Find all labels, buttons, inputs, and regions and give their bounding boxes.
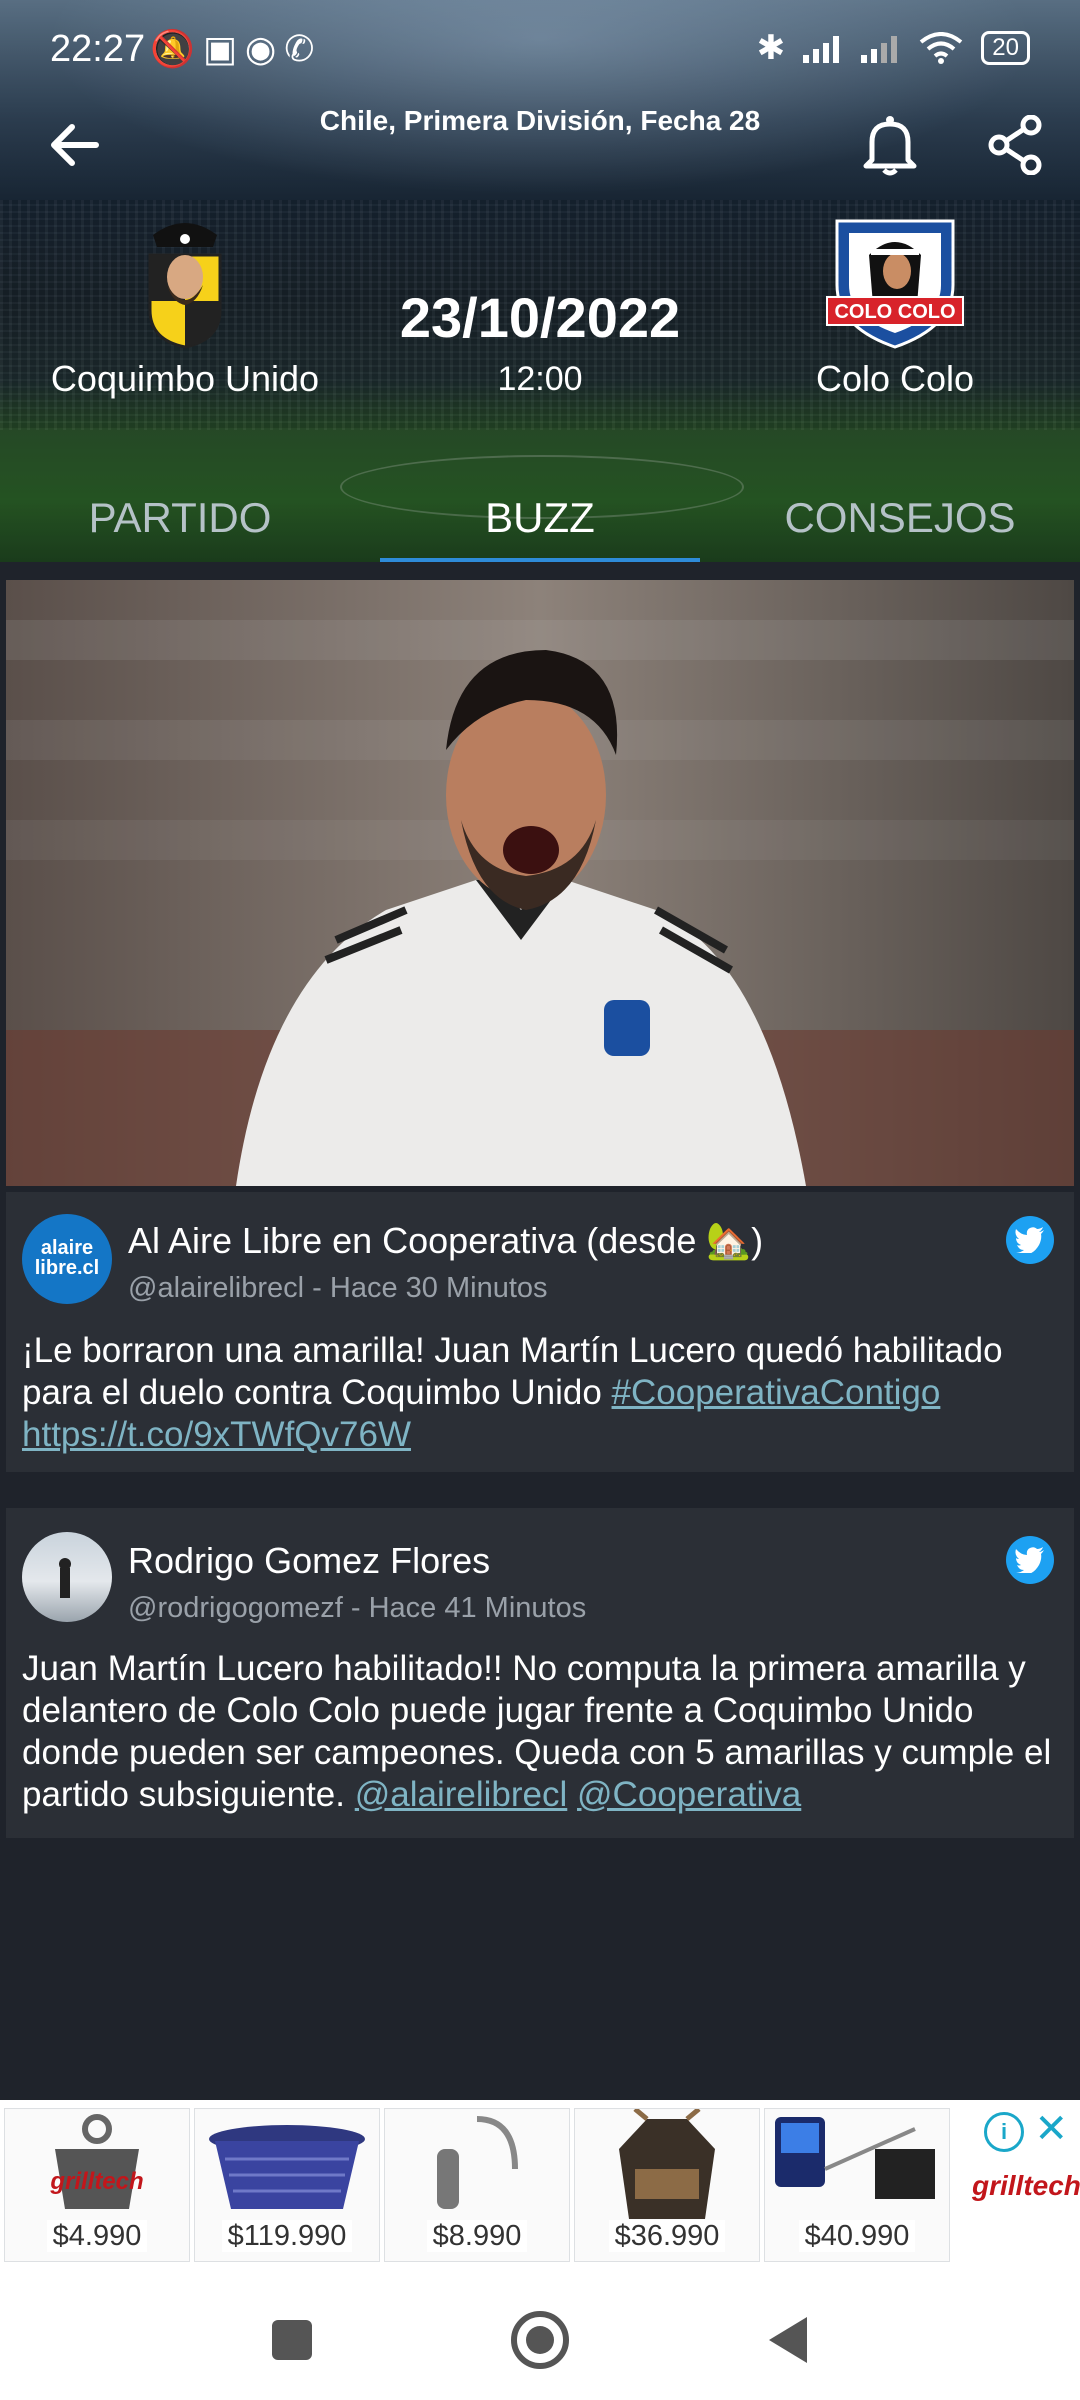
apron-icon [619,2109,715,2219]
tweet-time: Hace 41 Minutos [368,1592,587,1624]
tweet-time: Hace 30 Minutos [329,1272,548,1304]
ad-product[interactable]: $8.990 [384,2108,570,2262]
tweet-body: ¡Le borraron una amarilla! Juan Martín L… [22,1331,1003,1454]
match-time: 12:00 [497,360,583,398]
bluetooth-icon: ✱ [756,29,786,67]
colo-colo-crest-icon: COLO COLO [826,219,964,349]
ad-product[interactable]: $40.990 [764,2108,950,2262]
ad-banner[interactable]: grilltech $4.990 $119.990 $8.990 $36.990… [0,2100,1080,2270]
match-header: 22:27 🔕▣◉✆ ✱ 20 Chile, Primera División,… [0,0,1080,562]
avatar[interactable]: alaire libre.cl [22,1214,112,1304]
ad-product[interactable]: $119.990 [194,2108,380,2262]
square-icon [272,2320,312,2360]
back-nav-button[interactable] [758,2310,818,2370]
league-title: Chile, Primera División, Fecha 28 [319,105,761,136]
tab-partido[interactable]: PARTIDO [0,470,360,562]
tweet-hashtag-link[interactable]: #CooperativaContigo [612,1373,941,1412]
ad-product[interactable]: $36.990 [574,2108,760,2262]
wifi-icon [920,32,963,64]
tweet-mention-link[interactable]: @alairelibrecl [355,1775,568,1814]
record-icon: ◉ [244,28,285,69]
twitter-icon[interactable] [1006,1216,1054,1264]
mute-icon: 🔕 [150,28,203,69]
tweet-card[interactable]: Rodrigo Gomez Flores @rodrigogomezf - Ha… [6,1508,1074,1838]
grill-light-icon [437,2116,518,2209]
tweet-meta: @alairelibrecl - Hace 30 Minutos [128,1272,548,1304]
phone-icon: ✆ [284,28,323,69]
status-bar: 22:27 🔕▣◉✆ ✱ 20 [0,0,1080,100]
home-team[interactable]: Coquimbo Unido [25,215,345,400]
status-time: 22:27 [50,28,146,70]
status-icons-left: 🔕▣◉✆ [150,28,322,70]
ad-product[interactable]: grilltech $4.990 [4,2108,190,2262]
notifications-button[interactable] [855,110,925,180]
away-team[interactable]: COLO COLO Colo Colo [735,215,1055,400]
away-badge-text: COLO COLO [834,301,955,323]
nfc-icon: ▣ [202,28,245,69]
tab-consejos[interactable]: CONSEJOS [720,470,1080,562]
avatar[interactable] [22,1532,112,1622]
bell-icon [863,116,917,176]
status-icons-right: ✱ 20 [757,28,1030,68]
home-circle-icon [511,2311,569,2369]
ad-brand-logo: grilltech [972,2170,1080,2201]
tweet-author: Rodrigo Gomez Flores [128,1540,491,1581]
away-team-name: Colo Colo [815,358,975,399]
ad-price: $119.990 [221,2220,353,2252]
battery-indicator: 20 [981,31,1030,65]
tweet-author: Al Aire Libre en Cooperativa (desde 🏡) [128,1220,764,1261]
match-date: 23/10/2022 [399,286,681,349]
recents-button[interactable] [262,2310,322,2370]
thermometer-icon [775,2117,935,2199]
arrow-back-icon [51,124,99,166]
ad-price: $40.990 [798,2220,916,2252]
tweet-meta: @rodrigogomezf - Hace 41 Minutos [128,1592,587,1624]
ad-price: $8.990 [426,2220,528,2252]
ad-close-icon[interactable]: ✕ [1034,2106,1068,2152]
share-button[interactable] [980,110,1050,180]
player-photo-illustration [6,580,1074,1186]
home-button[interactable] [510,2310,570,2370]
tweet-mention-link[interactable]: @Cooperativa [577,1775,801,1814]
back-button[interactable] [40,110,110,180]
avatar-text: alaire libre.cl [34,1237,100,1279]
twitter-icon[interactable] [1006,1536,1054,1584]
svg-text:grilltech: grilltech [49,2168,143,2195]
share-icon [988,115,1042,175]
ad-price: $4.990 [46,2220,148,2252]
tweet-handle: @alairelibrecl [128,1272,305,1304]
tweet-card[interactable]: alaire libre.cl Al Aire Libre en Coopera… [6,1192,1074,1472]
tweet-handle: @rodrigogomezf [128,1592,343,1624]
tab-bar: PARTIDO BUZZ CONSEJOS [0,470,1080,562]
triangle-back-icon [769,2317,807,2363]
ad-price: $36.990 [608,2220,726,2252]
tweet-body: Juan Martín Lucero habilitado!! No compu… [22,1649,1052,1814]
home-team-name: Coquimbo Unido [50,358,320,399]
signal-icon [803,36,840,63]
news-photo[interactable] [6,580,1074,1186]
grill-icon [209,2125,365,2209]
signal-icon [861,36,898,63]
bottle-opener-icon: grilltech [49,2114,144,2209]
tab-buzz[interactable]: BUZZ [360,470,720,562]
tweet-url-link[interactable]: https://t.co/9xTWfQv76W [22,1415,411,1454]
ad-info-icon[interactable]: i [984,2112,1024,2152]
system-nav-bar [0,2270,1080,2400]
coquimbo-unido-crest-icon [148,223,222,349]
